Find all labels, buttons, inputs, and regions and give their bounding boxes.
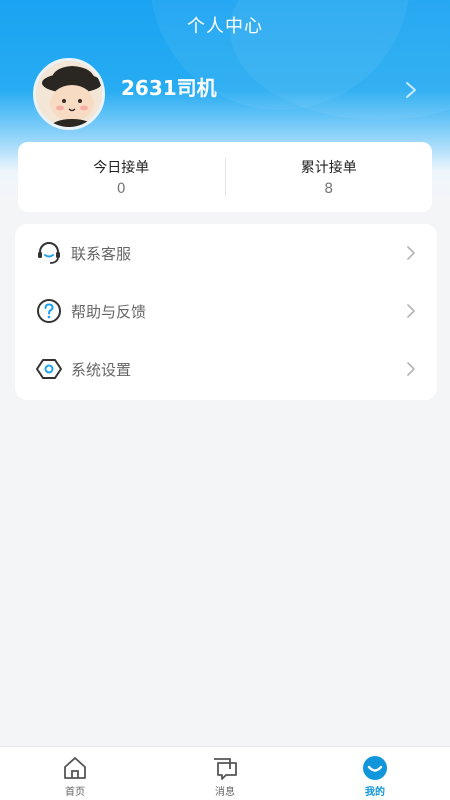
today-orders-stat[interactable]: 今日接单 0 — [18, 157, 225, 197]
chevron-right-icon — [407, 304, 415, 318]
hexagon-settings-icon — [36, 359, 62, 379]
tab-mine-label: 我的 — [365, 787, 385, 798]
menu-label-customer-service: 联系客服 — [71, 244, 132, 263]
username[interactable]: 2631司机 — [121, 72, 217, 101]
headset-icon — [38, 242, 60, 264]
today-orders-label: 今日接单 — [93, 160, 150, 176]
tab-messages-label: 消息 — [215, 787, 235, 798]
menu-item-system-settings[interactable]: 系统设置 — [15, 340, 437, 398]
chevron-right-icon[interactable] — [402, 80, 420, 100]
message-icon — [214, 758, 237, 780]
bottom-tab-bar: 首页 消息 我的 — [0, 746, 450, 800]
smile-profile-icon — [363, 756, 387, 780]
tab-mine[interactable]: 我的 — [335, 747, 415, 800]
menu-item-customer-service[interactable]: 联系客服 — [15, 224, 437, 282]
order-stats-card: 今日接单 0 累计接单 8 — [18, 142, 432, 212]
avatar[interactable] — [33, 58, 105, 130]
chevron-right-icon — [407, 246, 415, 260]
menu-label-system-settings: 系统设置 — [71, 360, 132, 379]
page-title: 个人中心 — [187, 16, 263, 37]
tab-messages[interactable]: 消息 — [185, 747, 265, 800]
settings-menu-card: 联系客服 帮助与反馈 系统设置 — [15, 224, 437, 400]
total-orders-label: 累计接单 — [300, 160, 357, 176]
tab-home[interactable]: 首页 — [35, 747, 115, 800]
home-icon — [64, 757, 86, 779]
menu-item-help-feedback[interactable]: 帮助与反馈 — [15, 282, 437, 340]
total-orders-stat[interactable]: 累计接单 8 — [226, 157, 433, 197]
question-circle-icon — [37, 299, 61, 323]
total-orders-value: 8 — [324, 181, 334, 197]
tab-home-label: 首页 — [65, 787, 85, 798]
today-orders-value: 0 — [116, 181, 126, 197]
chevron-right-icon — [407, 362, 415, 376]
menu-label-help-feedback: 帮助与反馈 — [71, 302, 147, 321]
